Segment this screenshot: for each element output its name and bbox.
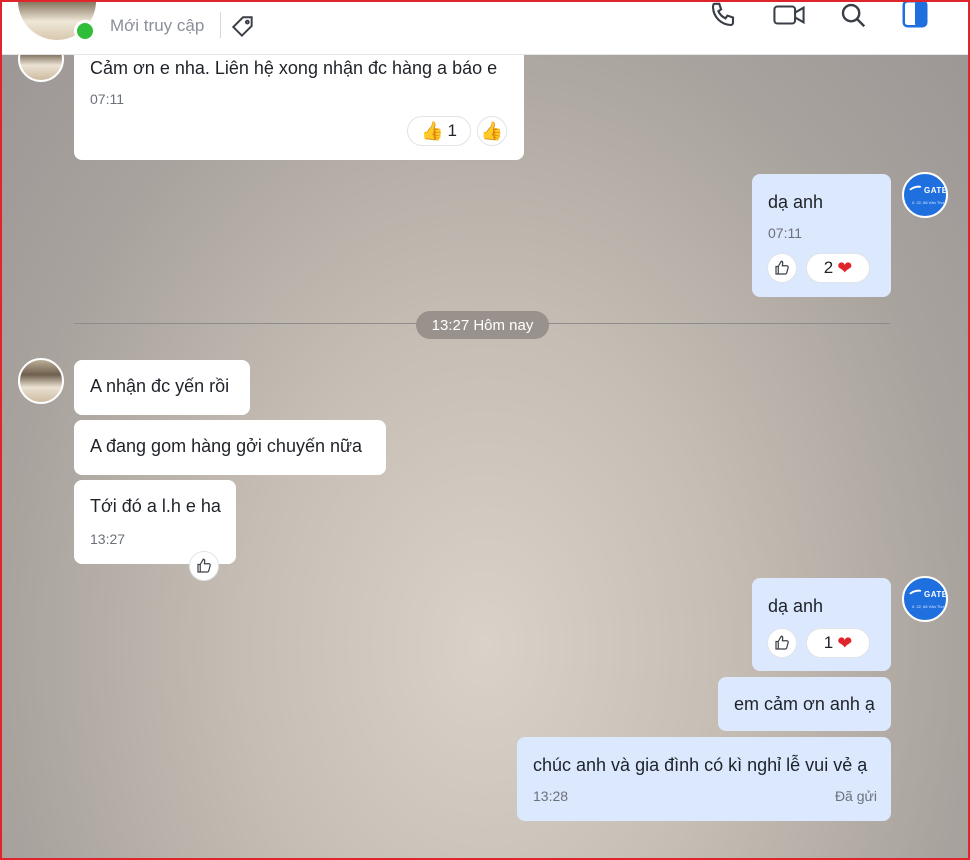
message-text: chúc anh và gia đình có kì nghỉ lễ vui v… [533,755,868,775]
message-bubble-outgoing[interactable]: dạ anh 07:11 2 ❤ [752,174,891,297]
reaction-count: 1 [447,120,457,140]
search-icon[interactable] [838,0,868,30]
message-bubble-incoming[interactable]: A nhận đc yến rồi [74,360,250,415]
self-avatar[interactable]: GATEW 0. 22, 66 Văn Thư [902,576,948,622]
message-bubble-outgoing[interactable]: dạ anh 1 ❤ [752,578,891,671]
self-avatar[interactable]: GATEW 0. 22, 66 Văn Thư [902,172,948,218]
thumbs-up-emoji-icon: 👍 [421,121,444,141]
message-text: dạ anh [768,596,824,616]
phone-icon[interactable] [708,0,738,30]
message-bubble-incoming[interactable]: Tới đó a l.h e ha 13:27 [74,480,236,564]
message-time: 07:11 [90,91,124,107]
reaction-count: 1 [823,632,834,652]
brand-address: 0. 22, 66 Văn Thư [912,604,945,609]
like-button[interactable] [767,628,797,658]
message-text: dạ anh [768,192,824,212]
brand-name: GATEW [924,590,948,599]
reaction-summary[interactable]: 1 ❤ [806,628,870,658]
reaction-summary[interactable]: 👍 1 [407,116,471,146]
tag-icon[interactable] [230,14,256,40]
online-indicator [74,20,96,42]
thumbs-up-outline-icon [775,635,789,650]
message-bubble-incoming[interactable]: Cảm ơn e nha. Liên hệ xong nhận đc hàng … [74,48,524,160]
react-button[interactable]: 👍 [477,116,507,146]
message-bubble-outgoing[interactable]: chúc anh và gia đình có kì nghỉ lễ vui v… [517,737,891,821]
message-text: Tới đó a l.h e ha [90,496,221,516]
message-time: 13:27 [90,531,126,547]
thumbs-up-outline-icon [775,260,789,275]
delivery-status: Đã gửi [834,788,877,804]
sidebar-toggle-icon[interactable] [900,0,930,30]
reaction-count: 2 [823,257,834,277]
message-text: A đang gom hàng gởi chuyến nữa [90,436,363,456]
brand-logo-swoosh [907,184,925,197]
reaction-summary[interactable]: 2 ❤ [806,253,870,283]
header-divider [220,12,221,38]
message-bubble-outgoing[interactable]: em cảm ơn anh ạ [718,677,891,731]
contact-status: Mới truy cập [110,16,205,35]
date-divider-badge: 13:27 Hôm nay [416,311,549,339]
heart-icon: ❤ [837,258,853,278]
message-bubble-incoming[interactable]: A đang gom hàng gởi chuyến nữa [74,420,386,475]
heart-icon: ❤ [837,633,853,653]
like-button[interactable] [767,253,797,283]
thumbs-up-outline-icon [197,558,211,573]
message-text: A nhận đc yến rồi [90,376,230,396]
brand-name: GATEW [924,186,948,195]
message-time: 07:11 [768,225,802,241]
message-text: em cảm ơn anh ạ [734,694,875,714]
thumbs-up-emoji-icon: 👍 [480,121,504,141]
message-text: Cảm ơn e nha. Liên hệ xong nhận đc hàng … [90,58,498,78]
video-icon[interactable] [772,0,806,30]
message-time: 13:28 [533,788,569,804]
chat-header: Mới truy cập [0,0,970,55]
like-button[interactable] [189,551,219,581]
brand-address: 0. 22, 66 Văn Thư [912,200,945,205]
brand-logo-swoosh [907,588,925,601]
contact-avatar-small[interactable] [18,358,64,404]
